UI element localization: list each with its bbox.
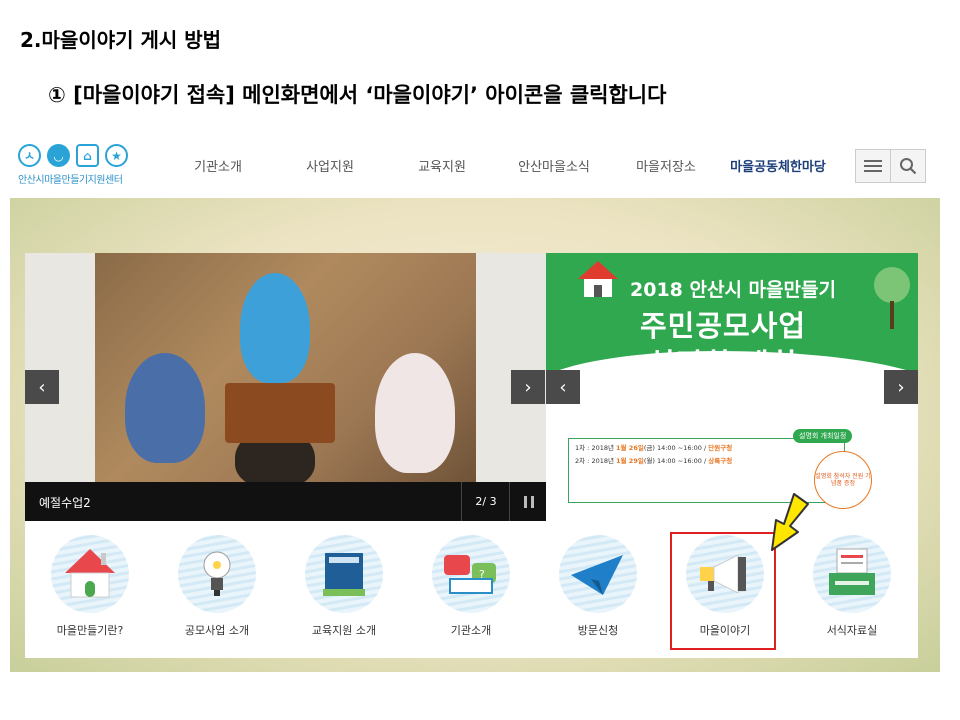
banner-prev-button[interactable]: ‹ [546,370,580,404]
main-area: ‹ › 예절수업2 2/ 3 2018 안산시 마을만들기 주민공모사업 설명회 [10,198,940,672]
quick-menu-label: 서식자료실 [826,624,878,637]
slider-next-button[interactable]: › [511,370,545,404]
hamburger-icon[interactable] [856,150,890,182]
nav-item-community[interactable]: 마을공동체한마당 [722,156,834,175]
slide-preview-right [476,253,546,482]
logo-icons: ㅅ ◡ ⌂ ★ [18,144,148,167]
search-icon[interactable] [890,150,925,182]
banner-title-line1: 2018 안산시 마을만들기 [630,279,836,301]
banner-next-button[interactable]: › [884,370,918,404]
photo-child-1 [240,273,310,383]
banner-title-line3: 설명회 개최 [648,347,798,381]
house-illustration-icon [578,261,618,297]
logo-house-icon: ⌂ [76,144,99,167]
photo-child-3 [375,353,455,473]
lightbulb-icon [178,535,256,613]
slide-preview-left [25,253,95,482]
slide-caption: 예절수업2 [39,496,91,510]
site-logo[interactable]: ㅅ ◡ ⌂ ★ 안산시마을만들기지원센터 [18,144,148,188]
photo-slider: ‹ › 예절수업2 2/ 3 [25,253,546,521]
schedule-tag: 설명회 개최일정 [793,429,853,443]
banner-title-line2: 주민공모사업 [640,309,807,343]
photo-tea-tray [225,383,335,443]
pointer-arrow-icon [771,493,809,551]
logo-face-icon: ◡ [47,144,70,167]
logo-text: 안산시마을만들기지원센터 [18,175,123,186]
logo-person-icon: ㅅ [18,144,41,167]
quick-menu-item-forms[interactable]: 서식자료실 [797,535,907,638]
chat-bubble-icon: ? [432,535,510,613]
schedule-line-1: 1차 : 2018년 1월 26일(금) 14:00 ~16:00 / 단원구청 [575,444,733,452]
quick-menu-item-education[interactable]: 교육지원 소개 [289,535,399,638]
pause-icon [523,495,534,508]
nav-item-news[interactable]: 안산마을소식 [498,156,610,175]
nav-item-projects[interactable]: 사업지원 [274,156,386,175]
svg-text:?: ? [479,568,485,581]
slider-caption-bar: 예절수업2 2/ 3 [25,482,546,521]
nav-item-about[interactable]: 기관소개 [162,156,274,175]
quick-menu-label: 교육지원 소개 [311,624,377,637]
quick-menu-label: 방문신청 [577,624,619,637]
printer-document-icon [813,535,891,613]
photo-child-2 [125,353,205,463]
quick-menu-label: 마을만들기란? [56,624,124,637]
quick-menu-label: 공모사업 소개 [184,624,250,637]
quick-menu-item-intro[interactable]: 마을만들기란? [35,535,145,638]
logo-star-icon: ★ [105,144,128,167]
slide-subtitle: ① [마을이야기 접속] 메인화면에서 ‘마을이야기’ 아이콘을 클릭합니다 [48,83,667,107]
nav-item-archive[interactable]: 마을저장소 [610,156,722,175]
slide-title: 2.마을이야기 게시 방법 [20,28,222,52]
quick-menu-item-visit[interactable]: 방문신청 [543,535,653,638]
banner-slider[interactable]: 2018 안산시 마을만들기 주민공모사업 설명회 개최 1차 : 2018년 … [546,253,918,521]
quick-menu-item-projects[interactable]: 공모사업 소개 [162,535,272,638]
site-header: ㅅ ◡ ⌂ ★ 안산시마을만들기지원센터 기관소개 사업지원 교육지원 안산마을… [10,136,940,196]
paper-plane-icon [559,535,637,613]
main-nav: 기관소개 사업지원 교육지원 안산마을소식 마을저장소 마을공동체한마당 [162,156,834,175]
highlight-box [670,532,776,650]
quick-menu-label: 기관소개 [450,624,492,637]
pause-button[interactable] [509,482,546,521]
content-panel: ‹ › 예절수업2 2/ 3 2018 안산시 마을만들기 주민공모사업 설명회 [25,253,918,658]
tree-illustration-icon [874,267,910,329]
slide-pager: 2/ 3 [461,482,510,521]
slide-photo[interactable] [95,253,476,482]
village-house-icon [51,535,129,613]
quick-menu-item-about[interactable]: ? 기관소개 [416,535,526,638]
banner-note-circle: 설명회 참석자 전원 기념품 증정 [814,451,872,509]
nav-item-education[interactable]: 교육지원 [386,156,498,175]
book-icon [305,535,383,613]
header-buttons [855,149,926,183]
slider-prev-button[interactable]: ‹ [25,370,59,404]
schedule-line-2: 2차 : 2018년 1월 29일(월) 14:00 ~16:00 / 상록구청 [575,457,733,465]
